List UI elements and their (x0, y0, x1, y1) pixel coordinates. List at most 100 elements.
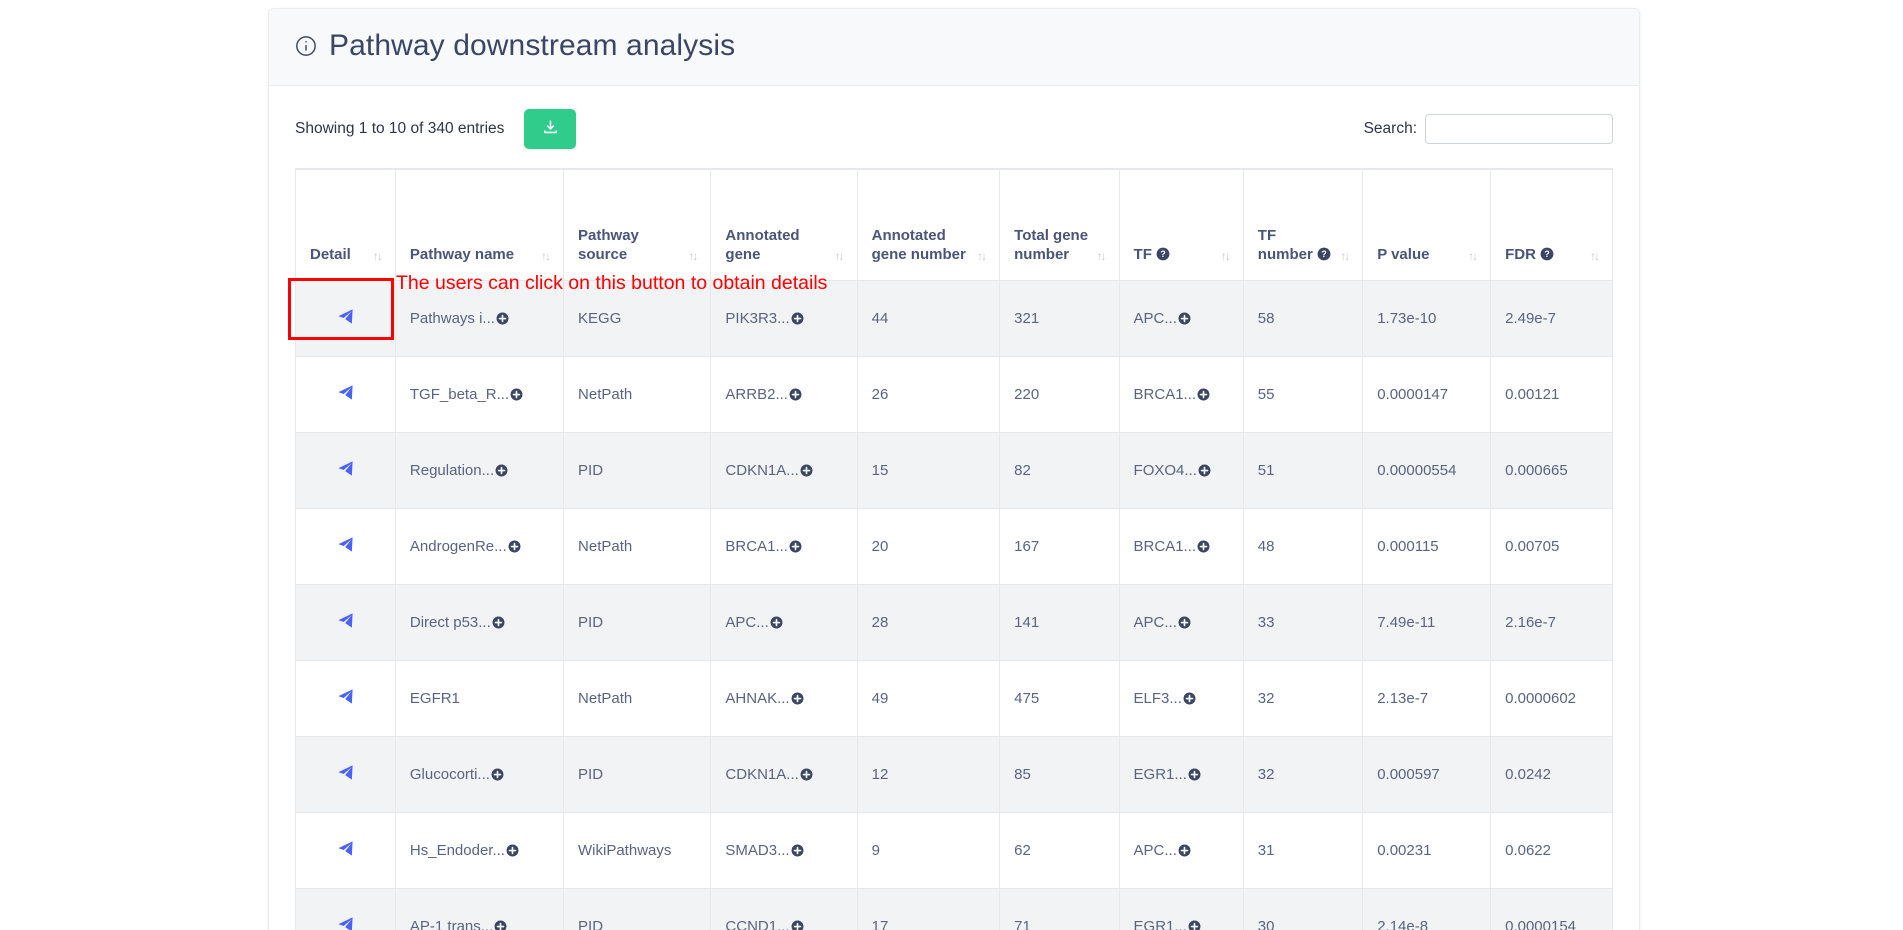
annotated-gene-cell[interactable]: CDKN1A... (710, 432, 858, 509)
expand-plus-icon[interactable] (791, 844, 804, 857)
tf-cell[interactable]: BRCA1... (1118, 356, 1244, 433)
detail-send-icon[interactable] (337, 916, 354, 930)
expand-plus-icon[interactable] (770, 616, 783, 629)
tf-cell[interactable]: APC... (1118, 584, 1244, 661)
expand-plus-icon[interactable] (495, 464, 508, 477)
sort-arrows-icon[interactable]: ↑↓ (373, 249, 383, 264)
sort-arrows-icon[interactable]: ↑↓ (541, 249, 551, 264)
expand-plus-icon[interactable] (800, 464, 813, 477)
pathway-name-cell[interactable]: AP-1 trans... (394, 888, 565, 930)
download-button[interactable] (524, 109, 577, 149)
detail-cell[interactable] (295, 508, 396, 585)
expand-plus-icon[interactable] (791, 692, 804, 705)
pathway-name-cell[interactable]: Regulation... (394, 432, 565, 509)
expand-plus-icon[interactable] (506, 844, 519, 857)
tf-cell[interactable]: APC... (1118, 812, 1244, 889)
annotated-gene-cell[interactable]: BRCA1... (710, 508, 858, 585)
expand-plus-icon[interactable] (492, 616, 505, 629)
pathway-name-cell[interactable]: Direct p53... (394, 584, 565, 661)
expand-plus-icon[interactable] (800, 768, 813, 781)
annotated-gene-cell[interactable]: CCND1... (710, 888, 858, 930)
annotated-gene-cell-value: BRCA1... (725, 538, 788, 555)
help-circle-icon[interactable]: ? (1156, 247, 1170, 261)
tf-cell[interactable]: ELF3... (1118, 660, 1244, 737)
expand-plus-icon[interactable] (791, 312, 804, 325)
detail-cell[interactable] (295, 280, 396, 357)
column-header-tf[interactable]: TF? ↑↓ (1118, 168, 1244, 281)
expand-plus-icon[interactable] (1188, 920, 1201, 930)
expand-plus-icon[interactable] (491, 768, 504, 781)
pathway-name-cell[interactable]: TGF_beta_R... (394, 356, 565, 433)
sort-arrows-icon[interactable]: ↑↓ (1468, 249, 1478, 264)
column-header-total-gene-number[interactable]: Total gene number ↑↓ (999, 168, 1120, 281)
detail-send-icon[interactable] (337, 764, 354, 781)
expand-plus-icon[interactable] (508, 540, 521, 553)
pathway-name-cell[interactable]: Glucocorti... (394, 736, 565, 813)
expand-plus-icon[interactable] (1197, 540, 1210, 553)
help-circle-icon[interactable]: ? (1540, 247, 1554, 261)
expand-plus-icon[interactable] (789, 540, 802, 553)
annotated-gene-cell[interactable]: SMAD3... (710, 812, 858, 889)
pathway-name-cell[interactable]: Hs_Endoder... (394, 812, 565, 889)
expand-plus-icon[interactable] (789, 388, 802, 401)
expand-plus-icon[interactable] (791, 920, 804, 930)
column-header-p-value[interactable]: P value ↑↓ (1362, 168, 1492, 281)
detail-send-icon[interactable] (337, 460, 354, 477)
tf-number-cell-value: 48 (1257, 538, 1275, 555)
expand-plus-icon[interactable] (494, 920, 507, 930)
expand-plus-icon[interactable] (1198, 464, 1211, 477)
detail-cell[interactable] (295, 584, 396, 661)
annotated-gene-cell[interactable]: APC... (710, 584, 858, 661)
annotated-gene-cell[interactable]: AHNAK... (710, 660, 858, 737)
expand-plus-icon[interactable] (496, 312, 509, 325)
pathway-name-cell: EGFR1 (394, 660, 565, 737)
column-header-annotated-gene-number[interactable]: Annotated gene number ↑↓ (856, 168, 1001, 281)
sort-arrows-icon[interactable]: ↑↓ (835, 249, 845, 264)
expand-plus-icon[interactable] (1178, 616, 1191, 629)
sort-arrows-icon[interactable]: ↑↓ (1590, 249, 1600, 264)
detail-send-icon[interactable] (337, 612, 354, 629)
help-circle-icon[interactable]: ? (1317, 247, 1331, 261)
column-header-pathway-source[interactable]: Pathway source ↑↓ (563, 168, 712, 281)
expand-plus-icon[interactable] (1178, 312, 1191, 325)
tf-cell[interactable]: EGR1... (1118, 736, 1244, 813)
detail-send-icon[interactable] (337, 308, 354, 325)
expand-plus-icon[interactable] (1197, 388, 1210, 401)
detail-send-icon[interactable] (337, 536, 354, 553)
tf-cell[interactable]: FOXO4... (1118, 432, 1244, 509)
table-row: TGF_beta_R... NetPath ARRB2... 26 220 BRCA1..… (295, 356, 1613, 433)
detail-send-icon[interactable] (337, 384, 354, 401)
p-value-cell: 0.00231 (1362, 812, 1492, 889)
pathway-name-cell[interactable]: AndrogenRe... (394, 508, 565, 585)
sort-arrows-icon[interactable]: ↑↓ (1221, 249, 1231, 264)
search-input[interactable] (1425, 114, 1613, 144)
annotated-gene-cell[interactable]: CDKN1A... (710, 736, 858, 813)
expand-plus-icon[interactable] (1188, 768, 1201, 781)
detail-send-icon[interactable] (337, 840, 354, 857)
column-header-pathway-name[interactable]: Pathway name ↑↓ (394, 168, 565, 281)
pathway-source-cell: PID (563, 432, 712, 509)
tf-cell[interactable]: EGR1... (1118, 888, 1244, 930)
column-header-tf-number[interactable]: TF number? ↑↓ (1242, 168, 1364, 281)
detail-cell[interactable] (295, 432, 396, 509)
detail-send-icon[interactable] (337, 688, 354, 705)
svg-text:?: ? (1544, 249, 1549, 259)
detail-cell[interactable] (295, 736, 396, 813)
expand-plus-icon[interactable] (1183, 692, 1196, 705)
column-header-fdr[interactable]: FDR? ↑↓ (1490, 168, 1613, 281)
column-header-detail[interactable]: Detail ↑↓ (295, 168, 396, 281)
sort-arrows-icon[interactable]: ↑↓ (1097, 249, 1107, 264)
detail-cell[interactable] (295, 356, 396, 433)
expand-plus-icon[interactable] (1178, 844, 1191, 857)
tf-cell[interactable]: APC... (1118, 280, 1244, 357)
detail-cell[interactable] (295, 888, 396, 930)
tf-cell[interactable]: BRCA1... (1118, 508, 1244, 585)
annotated-gene-cell[interactable]: ARRB2... (710, 356, 858, 433)
sort-arrows-icon[interactable]: ↑↓ (1340, 249, 1350, 264)
column-header-annotated-gene[interactable]: Annotated gene ↑↓ (710, 168, 858, 281)
detail-cell[interactable] (295, 660, 396, 737)
sort-arrows-icon[interactable]: ↑↓ (977, 249, 987, 264)
expand-plus-icon[interactable] (510, 388, 523, 401)
sort-arrows-icon[interactable]: ↑↓ (688, 249, 698, 264)
detail-cell[interactable] (295, 812, 396, 889)
